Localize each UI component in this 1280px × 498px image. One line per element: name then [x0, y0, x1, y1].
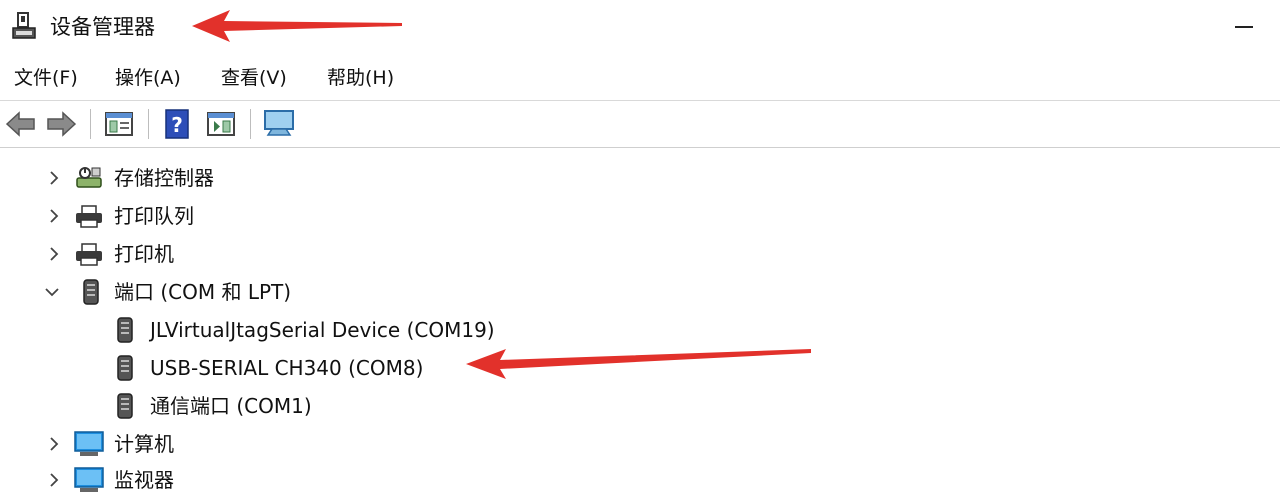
show-hide-console-tree-icon[interactable]	[102, 107, 136, 141]
tree-item-label: 计算机	[114, 432, 174, 456]
tree-item-port-com1[interactable]: 通信端口 (COM1)	[0, 388, 1280, 424]
menu-view[interactable]: 查看(V)	[219, 64, 289, 92]
tree-item-ports[interactable]: 端口 (COM 和 LPT)	[0, 274, 1280, 310]
tree-item-label: 存储控制器	[114, 166, 214, 190]
tree-item-print-queues[interactable]: 打印队列	[0, 198, 1280, 234]
toolbar: ?	[0, 100, 1280, 148]
tree-item-label: 打印机	[114, 242, 174, 266]
tree-item-label: USB-SERIAL CH340 (COM8)	[150, 356, 424, 380]
show-action-pane-icon[interactable]	[204, 107, 238, 141]
port-icon	[83, 279, 99, 305]
port-icon	[117, 393, 133, 419]
toolbar-separator	[90, 109, 91, 139]
title-bar: 设备管理器	[0, 0, 1280, 56]
svg-text:?: ?	[171, 113, 183, 137]
menu-bar: 文件(F) 操作(A) 查看(V) 帮助(H)	[0, 60, 1280, 96]
tree-item-label: 监视器	[114, 468, 174, 492]
tree-item-label: JLVirtualJtagSerial Device (COM19)	[150, 318, 495, 342]
menu-help[interactable]: 帮助(H)	[325, 64, 396, 92]
toolbar-separator	[148, 109, 149, 139]
chevron-right-icon[interactable]	[46, 170, 62, 186]
annotation-arrow	[192, 10, 402, 42]
monitor-icon	[74, 431, 104, 456]
tree-item-computer[interactable]: 计算机	[0, 426, 1280, 462]
menu-file[interactable]: 文件(F)	[12, 64, 80, 92]
tree-item-storage-controllers[interactable]: 存储控制器	[0, 160, 1280, 196]
minimize-button[interactable]	[1235, 26, 1253, 28]
tree-item-label: 打印队列	[114, 204, 194, 228]
window-title: 设备管理器	[50, 15, 155, 39]
tree-item-monitors[interactable]: 监视器	[0, 462, 1280, 498]
chevron-right-icon[interactable]	[46, 208, 62, 224]
forward-arrow-icon[interactable]	[44, 107, 78, 141]
storage-controller-icon	[76, 167, 102, 188]
device-manager-app-icon	[12, 12, 36, 39]
chevron-down-icon[interactable]	[44, 284, 60, 300]
annotation-arrow	[466, 349, 811, 379]
printer-icon	[76, 243, 102, 266]
tree-item-label: 端口 (COM 和 LPT)	[114, 280, 292, 304]
toolbar-separator	[250, 109, 251, 139]
tree-item-printers[interactable]: 打印机	[0, 236, 1280, 272]
chevron-right-icon[interactable]	[46, 246, 62, 262]
help-icon[interactable]: ?	[160, 107, 194, 141]
port-icon	[117, 355, 133, 381]
printer-icon	[76, 205, 102, 228]
chevron-right-icon[interactable]	[46, 472, 62, 488]
menu-action[interactable]: 操作(A)	[113, 64, 183, 92]
monitor-scan-icon[interactable]	[262, 107, 296, 141]
port-icon	[117, 317, 133, 343]
back-arrow-icon[interactable]	[4, 107, 38, 141]
monitor-icon	[74, 467, 104, 492]
chevron-right-icon[interactable]	[46, 436, 62, 452]
tree-item-label: 通信端口 (COM1)	[150, 394, 312, 418]
